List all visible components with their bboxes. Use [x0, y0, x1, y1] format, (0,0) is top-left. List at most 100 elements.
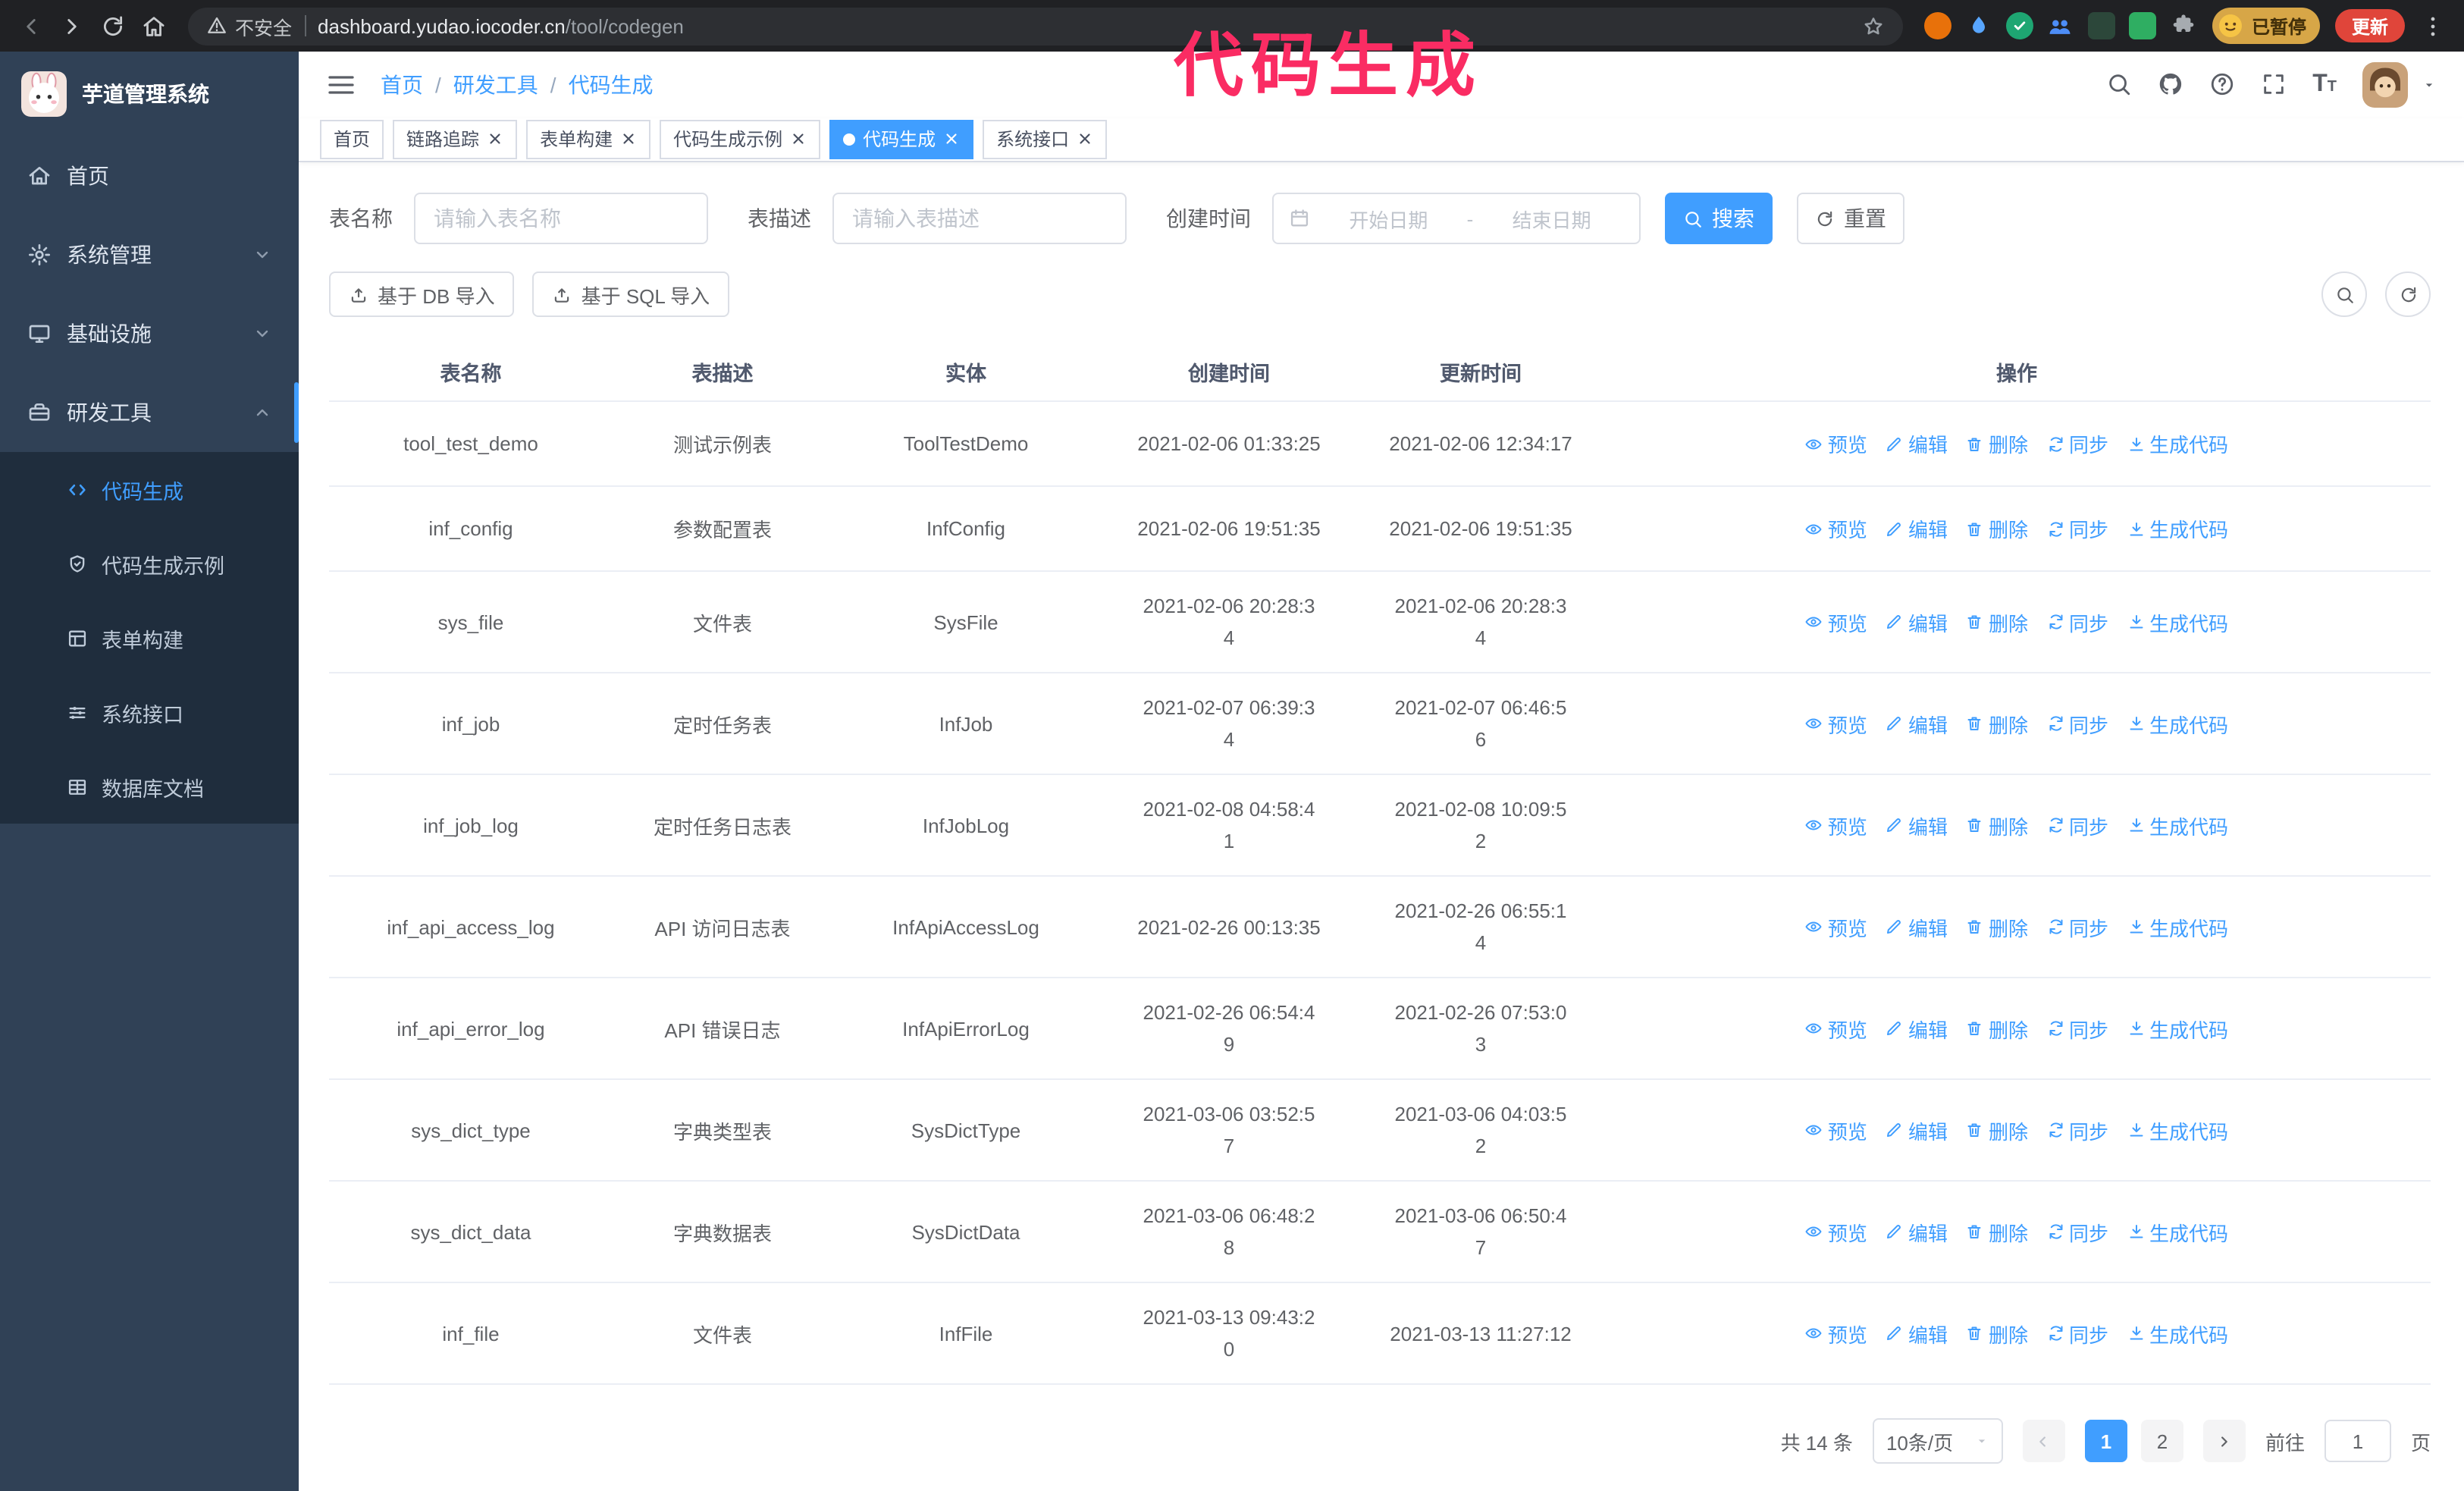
delete-link[interactable]: 删除 — [1966, 1319, 2028, 1348]
sync-link[interactable]: 同步 — [2046, 1014, 2108, 1043]
update-button[interactable]: 更新 — [2334, 9, 2405, 42]
sidebar-item-home[interactable]: 首页 — [0, 137, 299, 215]
edit-link[interactable]: 编辑 — [1886, 1319, 1948, 1348]
import-db-button[interactable]: 基于 DB 导入 — [329, 272, 515, 317]
next-page-button[interactable] — [2202, 1420, 2246, 1462]
breadcrumb-item-1[interactable]: 研发工具 — [453, 70, 538, 100]
green-check-extension-icon[interactable] — [2005, 12, 2033, 39]
browser-home-icon[interactable] — [141, 13, 167, 39]
tab-2[interactable]: 链路追踪 — [393, 119, 518, 159]
sync-link[interactable]: 同步 — [2046, 429, 2108, 458]
generate-code-link[interactable]: 生成代码 — [2127, 429, 2228, 458]
import-sql-button[interactable]: 基于 SQL 导入 — [532, 272, 730, 317]
prev-page-button[interactable] — [2022, 1420, 2065, 1462]
reload-icon[interactable] — [100, 13, 126, 39]
fullscreen-icon[interactable] — [2261, 72, 2287, 98]
edit-link[interactable]: 编辑 — [1886, 1217, 1948, 1246]
back-icon[interactable] — [18, 13, 44, 39]
puzzle-icon[interactable] — [2170, 12, 2197, 39]
page-button-2[interactable]: 2 — [2140, 1420, 2183, 1462]
generate-code-link[interactable]: 生成代码 — [2127, 607, 2228, 636]
sync-link[interactable]: 同步 — [2046, 1116, 2108, 1144]
delete-link[interactable]: 删除 — [1966, 1014, 2028, 1043]
tab-6[interactable]: 系统接口 — [983, 119, 1108, 159]
address-bar[interactable]: 不安全 dashboard.yudao.iocoder.cn/tool/code… — [188, 7, 1903, 45]
edit-link[interactable]: 编辑 — [1886, 709, 1948, 738]
generate-code-link[interactable]: 生成代码 — [2127, 811, 2228, 840]
tab-1[interactable]: 首页 — [320, 119, 384, 159]
generate-code-link[interactable]: 生成代码 — [2127, 912, 2228, 941]
toggle-search-button[interactable] — [2321, 272, 2367, 317]
page-size-select[interactable]: 10条/页 — [1872, 1418, 2003, 1464]
page-button-1[interactable]: 1 — [2084, 1420, 2127, 1462]
close-icon[interactable] — [620, 131, 637, 148]
close-icon[interactable] — [943, 131, 960, 148]
sidebar-item-api[interactable]: 系统接口 — [0, 675, 299, 749]
orange-extension-icon[interactable] — [1923, 12, 1951, 39]
preview-link[interactable]: 预览 — [1805, 1319, 1867, 1348]
delete-link[interactable]: 删除 — [1966, 709, 2028, 738]
generate-code-link[interactable]: 生成代码 — [2127, 1217, 2228, 1246]
delete-link[interactable]: 删除 — [1966, 811, 2028, 840]
sidebar-item-db-doc[interactable]: 数据库文档 — [0, 749, 299, 824]
edit-link[interactable]: 编辑 — [1886, 429, 1948, 458]
delete-link[interactable]: 删除 — [1966, 1217, 2028, 1246]
refresh-list-button[interactable] — [2385, 272, 2431, 317]
tab-4[interactable]: 代码生成示例 — [660, 119, 821, 159]
delete-link[interactable]: 删除 — [1966, 1116, 2028, 1144]
sidebar-item-infra[interactable]: 基础设施 — [0, 294, 299, 373]
breadcrumb-item-0[interactable]: 首页 — [381, 70, 423, 100]
generate-code-link[interactable]: 生成代码 — [2127, 1319, 2228, 1348]
sync-link[interactable]: 同步 — [2046, 607, 2108, 636]
sync-link[interactable]: 同步 — [2046, 709, 2108, 738]
bookmark-star-icon[interactable] — [1862, 14, 1885, 37]
search-button[interactable]: 搜索 — [1665, 193, 1773, 244]
close-icon[interactable] — [790, 131, 807, 148]
edit-link[interactable]: 编辑 — [1886, 607, 1948, 636]
date-range-picker[interactable]: 开始日期 - 结束日期 — [1272, 193, 1641, 244]
sync-link[interactable]: 同步 — [2046, 912, 2108, 941]
sidebar-item-devtools[interactable]: 研发工具 — [0, 373, 299, 452]
sidebar-item-system[interactable]: 系统管理 — [0, 215, 299, 294]
profile-sync-chip[interactable]: 已暂停 — [2212, 8, 2320, 44]
preview-link[interactable]: 预览 — [1805, 811, 1867, 840]
sidebar-item-codegen-demo[interactable]: 代码生成示例 — [0, 526, 299, 601]
user-avatar[interactable] — [2362, 62, 2408, 108]
preview-link[interactable]: 预览 — [1805, 514, 1867, 543]
generate-code-link[interactable]: 生成代码 — [2127, 1116, 2228, 1144]
edit-link[interactable]: 编辑 — [1886, 1014, 1948, 1043]
edit-link[interactable]: 编辑 — [1886, 514, 1948, 543]
goto-page-input[interactable] — [2324, 1420, 2391, 1462]
generate-code-link[interactable]: 生成代码 — [2127, 514, 2228, 543]
edit-link[interactable]: 编辑 — [1886, 1116, 1948, 1144]
browser-menu-icon[interactable] — [2420, 13, 2446, 39]
preview-link[interactable]: 预览 — [1805, 1014, 1867, 1043]
table-name-input[interactable] — [414, 193, 708, 244]
delete-link[interactable]: 删除 — [1966, 607, 2028, 636]
app-logo[interactable]: 芋道管理系统 — [0, 52, 299, 137]
delete-link[interactable]: 删除 — [1966, 514, 2028, 543]
generate-code-link[interactable]: 生成代码 — [2127, 1014, 2228, 1043]
preview-link[interactable]: 预览 — [1805, 912, 1867, 941]
github-icon[interactable] — [2158, 72, 2183, 98]
hamburger-icon[interactable] — [326, 70, 356, 100]
close-icon[interactable] — [1077, 131, 1093, 148]
edit-link[interactable]: 编辑 — [1886, 912, 1948, 941]
tab-5[interactable]: 代码生成 — [829, 119, 974, 159]
help-icon[interactable] — [2209, 72, 2235, 98]
close-icon[interactable] — [487, 131, 503, 148]
blue-drop-extension-icon[interactable] — [1965, 12, 1992, 39]
sidebar-item-codegen[interactable]: 代码生成 — [0, 452, 299, 526]
preview-link[interactable]: 预览 — [1805, 1217, 1867, 1246]
security-chip[interactable]: 不安全 — [206, 11, 292, 40]
tab-3[interactable]: 表单构建 — [526, 119, 651, 159]
preview-link[interactable]: 预览 — [1805, 607, 1867, 636]
green-extension-icon[interactable] — [2128, 12, 2156, 39]
search-icon[interactable] — [2106, 72, 2132, 98]
people-extension-icon[interactable] — [2047, 12, 2074, 39]
sync-link[interactable]: 同步 — [2046, 1217, 2108, 1246]
preview-link[interactable]: 预览 — [1805, 709, 1867, 738]
sync-link[interactable]: 同步 — [2046, 514, 2108, 543]
sync-link[interactable]: 同步 — [2046, 1319, 2108, 1348]
forward-icon[interactable] — [59, 13, 85, 39]
